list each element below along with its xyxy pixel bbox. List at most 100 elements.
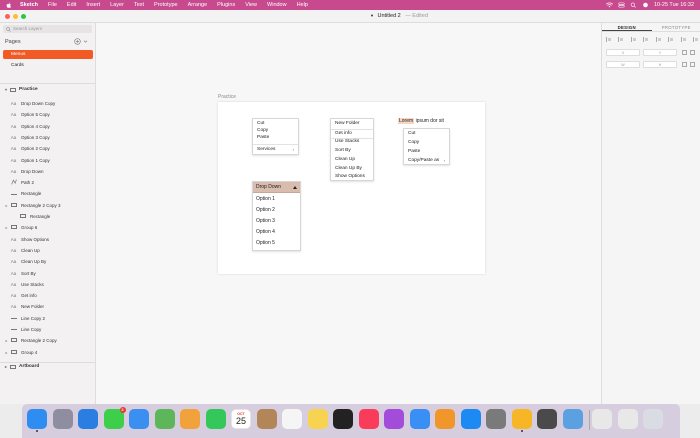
tab-prototype[interactable]: PROTOTYPE <box>652 23 700 31</box>
align-bottom-icon[interactable] <box>668 37 674 42</box>
wifi-icon[interactable] <box>605 2 613 8</box>
menu-item-cut[interactable]: Cut <box>404 130 449 138</box>
align-left-icon[interactable] <box>606 37 611 42</box>
menu-item-get-info[interactable]: Get info <box>331 130 373 138</box>
align-center-icon[interactable] <box>618 37 624 42</box>
system-preferences-icon[interactable] <box>486 409 506 429</box>
trash-icon[interactable] <box>643 409 663 429</box>
layer-row[interactable]: ▸ Group 4 <box>0 347 96 358</box>
quicktime-icon[interactable] <box>537 409 557 429</box>
layer-row[interactable]: Aa Clean Up By <box>0 256 96 267</box>
menu-prototype[interactable]: Prototype <box>154 2 178 8</box>
menu-item-services[interactable]: Services › <box>253 146 298 154</box>
chevron-right-icon[interactable]: ▸ <box>5 364 7 369</box>
text-context-menu[interactable]: Cut Copy Paste Copy/Paste as › <box>403 128 450 165</box>
zoom-window-button[interactable] <box>21 14 26 19</box>
downloads-stack-icon[interactable] <box>592 409 612 429</box>
minimize-window-button[interactable] <box>13 14 18 19</box>
safari-icon[interactable] <box>78 409 98 429</box>
chevron-down-icon[interactable]: ▾ <box>5 87 7 92</box>
menu-item-copy[interactable]: Copy <box>404 139 449 147</box>
artboard-practice-header[interactable]: ▾ Practice <box>5 87 38 92</box>
contacts-icon[interactable] <box>256 409 277 429</box>
menu-text[interactable]: Text <box>134 2 144 8</box>
align-middle-icon[interactable] <box>655 37 661 42</box>
align-right-icon[interactable] <box>630 37 636 42</box>
layer-row[interactable]: ▸ Group 6 <box>0 222 96 233</box>
document-title[interactable]: ▼ Untitled 2 — Edited <box>370 13 428 19</box>
menu-item-show-options[interactable]: Show Options <box>331 173 373 181</box>
tv-icon[interactable] <box>333 409 353 429</box>
menu-clock[interactable]: 10-25 Tue 16:32 <box>654 2 694 8</box>
apple-icon[interactable] <box>6 2 12 9</box>
layer-row[interactable]: Rectangle <box>0 188 96 199</box>
menu-file[interactable]: File <box>48 2 57 8</box>
layer-row[interactable]: Aa Option 3 Copy <box>0 132 96 143</box>
layer-row[interactable]: Aa New Folder <box>0 301 96 312</box>
distribute-horizontal-icon[interactable] <box>680 37 686 42</box>
menu-item-paste[interactable]: Paste <box>253 134 298 142</box>
menu-item-paste[interactable]: Paste <box>404 148 449 156</box>
menu-item-clean-up-by[interactable]: Clean Up By <box>331 165 373 173</box>
dropdown-option[interactable]: Option 3 <box>253 216 300 227</box>
menu-item-new-folder[interactable]: New Folder <box>331 120 373 128</box>
height-field[interactable]: H <box>643 61 677 68</box>
siri-icon[interactable] <box>642 2 649 8</box>
flip-icon[interactable] <box>690 50 695 55</box>
layer-row[interactable]: Aa Drop Down <box>0 166 96 177</box>
layer-row[interactable]: Aa Option 1 Copy <box>0 155 96 166</box>
launchpad-icon[interactable] <box>52 409 73 429</box>
y-field[interactable]: Y <box>643 49 677 56</box>
layer-row[interactable]: Line Copy 2 <box>0 313 96 324</box>
layer-row[interactable]: ▸ Rectangle 2 Copy 3 <box>0 200 96 211</box>
page-item-menus[interactable]: Menus <box>3 50 93 59</box>
menu-item-use-stacks[interactable]: Use Stacks <box>331 138 373 146</box>
tab-design[interactable]: DESIGN <box>602 23 652 31</box>
add-page-icon[interactable] <box>74 38 81 45</box>
collapse-pages-chevron-icon[interactable] <box>83 39 88 44</box>
page-item-cards[interactable]: Cards <box>3 61 93 70</box>
pages-icon[interactable] <box>435 409 455 429</box>
dropdown-option[interactable]: Option 2 <box>253 205 300 216</box>
menu-insert[interactable]: Insert <box>86 2 100 8</box>
menu-item-copy-paste-as[interactable]: Copy/Paste as › <box>404 157 449 165</box>
distribute-vertical-icon[interactable] <box>692 37 698 42</box>
menu-window[interactable]: Window <box>267 2 287 8</box>
layer-row[interactable]: Aa Drop Down Copy <box>0 98 96 109</box>
resize-icon[interactable] <box>690 62 695 67</box>
x-field[interactable]: X <box>606 49 640 56</box>
align-top-icon[interactable] <box>643 37 649 42</box>
menu-view[interactable]: View <box>245 2 257 8</box>
photos-icon[interactable] <box>180 409 200 429</box>
layer-row[interactable]: Aa Get info <box>0 290 96 301</box>
menu-item-clean-up[interactable]: Clean Up <box>331 156 373 164</box>
finder-icon[interactable] <box>27 409 47 432</box>
rotate-icon[interactable] <box>682 50 687 55</box>
menu-app-name[interactable]: Sketch <box>20 2 38 8</box>
menu-arrange[interactable]: Arrange <box>188 2 208 8</box>
facetime-icon[interactable] <box>205 409 226 429</box>
layer-row[interactable]: Path 2 <box>0 177 96 188</box>
layer-row[interactable]: Rectangle <box>0 211 96 222</box>
layer-row[interactable]: Line Copy <box>0 324 96 335</box>
reminders-icon[interactable] <box>282 409 302 429</box>
screenshots-stack-icon[interactable] <box>617 409 638 429</box>
layer-row[interactable]: Aa Use Stacks <box>0 279 96 290</box>
keynote-icon[interactable] <box>409 409 430 429</box>
artboard-header[interactable]: ▸ Artboard <box>5 364 39 369</box>
notes-icon[interactable] <box>307 409 328 429</box>
app-store-icon[interactable] <box>460 409 481 429</box>
lock-ratio-icon[interactable] <box>682 62 687 67</box>
layer-row[interactable]: ▸ Rectangle 2 Copy <box>0 335 96 346</box>
layer-row[interactable]: Aa Clean Up <box>0 245 96 256</box>
dropdown-menu[interactable]: Drop Down Option 1 Option 2 Option 3 Opt… <box>252 181 301 251</box>
preview-icon[interactable] <box>562 409 583 429</box>
dropdown-header[interactable]: Drop Down <box>253 182 300 193</box>
podcasts-icon[interactable] <box>384 409 404 429</box>
layer-row[interactable]: Aa Sort By <box>0 268 96 279</box>
maps-icon[interactable] <box>154 409 175 429</box>
spotlight-icon[interactable] <box>630 2 637 8</box>
music-icon[interactable] <box>358 409 379 429</box>
document-menu-arrow-icon[interactable]: ▼ <box>370 13 374 18</box>
mail-icon[interactable] <box>129 409 149 429</box>
